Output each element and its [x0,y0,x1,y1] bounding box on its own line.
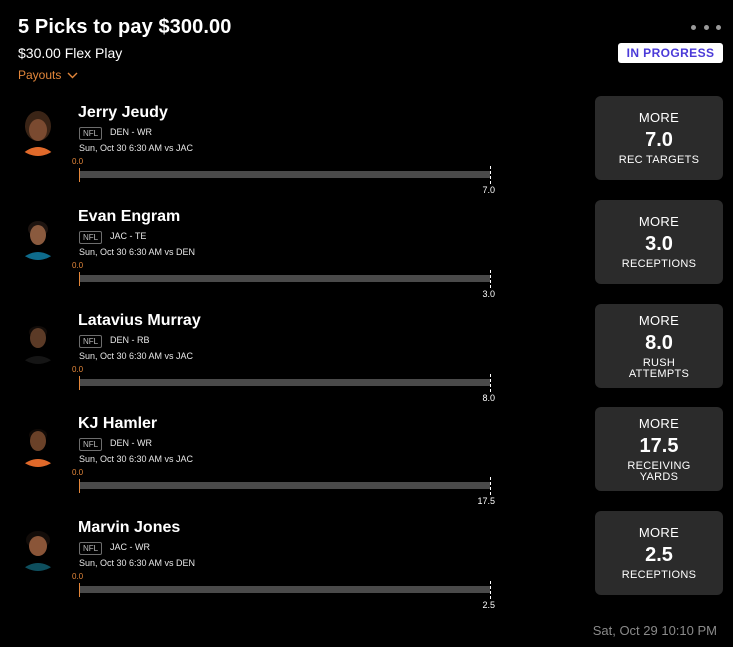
player-name: Marvin Jones [78,519,181,536]
player-avatar [14,212,62,260]
pick-row: Marvin Jones NFL JAC - WR Sun, Oct 30 6:… [0,511,733,619]
progress-start-marker [79,272,80,286]
status-badge: IN PROGRESS [618,43,723,63]
team-position: JAC - TE [110,231,147,241]
pick-direction: MORE [638,110,680,125]
progress-start-marker [79,376,80,390]
team-position: DEN - WR [110,438,152,448]
pick-row: Jerry Jeudy NFL DEN - WR Sun, Oct 30 6:3… [0,96,733,204]
league-tag: NFL [79,542,103,555]
pick-card[interactable]: MORE 8.0 RUSH ATTEMPTS [595,304,723,388]
pick-direction: MORE [638,312,680,328]
team-position: JAC - WR [110,542,150,552]
payouts-label: Payouts [18,68,62,82]
pick-stat: REC TARGETS [618,154,700,166]
pick-line: 3.0 [645,233,673,255]
pick-card[interactable]: MORE 2.5 RECEPTIONS [595,511,723,595]
page-title: 5 Picks to pay $300.00 [18,16,232,38]
league-tag: NFL [79,127,103,140]
pick-direction: MORE [638,415,680,431]
game-info: Sun, Oct 30 6:30 AM vs JAC [79,454,194,464]
progress-bar [80,586,490,593]
game-info: Sun, Oct 30 6:30 AM vs DEN [79,247,196,257]
current-value: 0.0 [72,468,84,477]
player-name: Evan Engram [78,208,181,225]
progress-start-marker [79,583,80,597]
player-avatar [14,419,62,467]
game-info: Sun, Oct 30 6:30 AM vs JAC [79,143,194,153]
pick-card[interactable]: MORE 7.0 REC TARGETS [595,96,723,180]
pick-stat: RECEPTIONS [621,258,697,270]
pick-line: 7.0 [645,129,673,151]
player-name: Latavius Murray [78,312,201,329]
player-avatar [14,316,62,364]
progress-start-marker [79,479,80,493]
pick-stat: RUSH ATTEMPTS [628,356,690,380]
more-options-icon[interactable] [691,22,721,32]
pick-row: Latavius Murray NFL DEN - RB Sun, Oct 30… [0,304,733,412]
target-value: 3.0 [482,289,495,299]
progress-bar [80,171,490,178]
pick-card[interactable]: MORE 17.5 RECEIVING YARDS [595,407,723,491]
progress-bar [80,275,490,282]
pick-row: Evan Engram NFL JAC - TE Sun, Oct 30 6:3… [0,200,733,308]
progress-start-marker [79,168,80,182]
team-position: DEN - RB [110,335,150,345]
league-tag: NFL [79,231,103,244]
game-info: Sun, Oct 30 6:30 AM vs JAC [79,351,194,361]
player-name: Jerry Jeudy [78,104,168,121]
pick-card[interactable]: MORE 3.0 RECEPTIONS [595,200,723,284]
league-tag: NFL [79,438,103,451]
pick-line: 2.5 [645,544,673,566]
current-value: 0.0 [72,157,84,166]
progress-bar [80,379,490,386]
target-marker [490,374,491,392]
current-value: 0.0 [72,365,84,374]
progress-bar [80,482,490,489]
target-value: 2.5 [482,600,495,610]
target-marker [490,166,491,184]
player-name: KJ Hamler [78,415,158,432]
current-value: 0.0 [72,572,84,581]
chevron-down-icon [67,72,78,78]
pick-stat: RECEIVING YARDS [627,459,691,483]
pick-direction: MORE [638,214,680,229]
target-value: 8.0 [482,393,495,403]
target-marker [490,270,491,288]
entry-subtitle: $30.00 Flex Play [18,45,123,61]
target-marker [490,581,491,599]
current-value: 0.0 [72,261,84,270]
pick-line: 8.0 [645,331,673,354]
target-value: 7.0 [482,185,495,195]
payouts-toggle[interactable]: Payouts [18,68,78,82]
pick-row: KJ Hamler NFL DEN - WR Sun, Oct 30 6:30 … [0,407,733,515]
game-info: Sun, Oct 30 6:30 AM vs DEN [79,558,196,568]
timestamp: Sat, Oct 29 10:10 PM [592,623,717,638]
pick-line: 17.5 [639,434,679,457]
player-avatar [14,108,62,156]
pick-stat: RECEPTIONS [621,569,697,581]
pick-direction: MORE [638,525,680,540]
league-tag: NFL [79,335,103,348]
target-value: 17.5 [477,496,495,506]
team-position: DEN - WR [110,127,152,137]
target-marker [490,477,491,495]
player-avatar [14,523,62,571]
